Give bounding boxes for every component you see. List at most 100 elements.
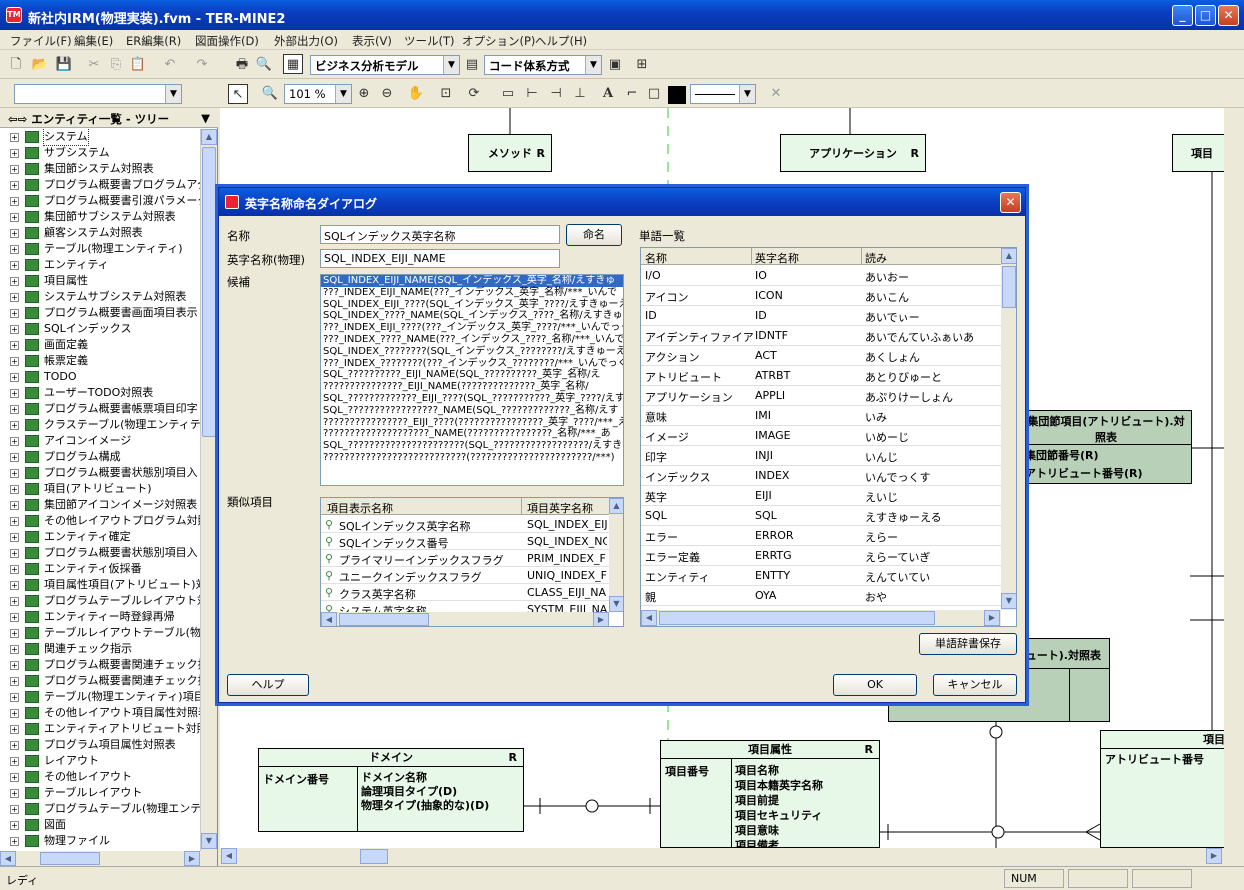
similar-row[interactable]: ⚲ ユニークインデックスフラグ UNIQ_INDEX_F (321, 567, 609, 584)
tree-item[interactable]: + プログラム構成 (0, 449, 200, 465)
expand-icon[interactable]: + (10, 789, 19, 798)
model-icon[interactable]: ▦ (283, 54, 303, 74)
tree-item[interactable]: + 帳票定義 (0, 353, 200, 369)
hscroll-thumb[interactable] (659, 611, 935, 625)
expand-icon[interactable]: + (10, 757, 19, 766)
canvas-hscroll-thumb[interactable] (360, 849, 388, 864)
entity-application[interactable]: アプリケーション R (780, 134, 926, 172)
word-row[interactable]: 意味 IMI いみ (641, 406, 1001, 426)
tree-item[interactable]: + システム (0, 129, 200, 146)
word-list-grid[interactable]: 名称 英字名称 読み I/O IO あいおー アイコン ICON あいこん ID ID あいでぃ… (640, 247, 1017, 627)
code-icon[interactable]: ▤ (462, 55, 482, 75)
entity-domain[interactable]: ドメイン R ドメイン番号 ドメイン名称 論理項目タイプ(D) 物理タイプ(抽象的… (258, 748, 524, 832)
word-row[interactable]: インデックス INDEX いんでっくす (641, 466, 1001, 486)
col-header[interactable]: 読み (865, 250, 887, 266)
zoom-select[interactable]: 101 % ▼ (284, 84, 352, 104)
candidate-item[interactable]: ???_INDEX_EIJI_NAME(???_インデックス_英字_名称/***… (321, 287, 623, 299)
name-field[interactable]: SQLインデックス英字名称 (320, 225, 560, 244)
tree-item[interactable]: + プログラム概要書プログラムアクセ (0, 177, 200, 193)
relation2-tool-icon[interactable]: ⊣ (546, 84, 566, 104)
tree-item[interactable]: + テーブル(物理エンティティ) (0, 241, 200, 257)
candidate-item[interactable]: ???_INDEX_????????(???_インデックス_????????/*… (321, 358, 623, 370)
expand-icon[interactable]: + (10, 469, 19, 478)
close-button[interactable]: ✕ (1218, 5, 1239, 26)
expand-icon[interactable]: + (10, 325, 19, 334)
candidate-item[interactable]: ???_INDEX_????_NAME(???_インデックス_????_名称/*… (321, 334, 623, 346)
tree-item[interactable]: + 項目属性項目(アトリビュート)対 (0, 577, 200, 593)
expand-icon[interactable]: + (10, 613, 19, 622)
tree-item[interactable]: + 画面定義 (0, 337, 200, 353)
cancel-button[interactable]: キャンセル (933, 674, 1017, 696)
tree-item[interactable]: + エンティティアトリビュート対照表 (0, 721, 200, 737)
word-row[interactable]: イメージ IMAGE いめーじ (641, 426, 1001, 446)
tree-item[interactable]: + システムサブシステム対照表 (0, 289, 200, 305)
candidate-item[interactable]: ???????????????????????????(????????????… (321, 452, 623, 464)
word-row[interactable]: エラー ERROR えらー (641, 526, 1001, 546)
relation-tool-icon[interactable]: ⊢ (522, 84, 542, 104)
word-row[interactable]: 印字 INJI いんじ (641, 446, 1001, 466)
tree-item[interactable]: + 集団節サブシステム対照表 (0, 209, 200, 225)
tree-item[interactable]: + その他レイアウトプログラム対照表 (0, 513, 200, 529)
expand-icon[interactable]: + (10, 261, 19, 270)
word-row[interactable]: アトリビュート ATRBT あとりびゅーと (641, 366, 1001, 386)
tree-item[interactable]: + TODO (0, 369, 200, 385)
delete-icon[interactable]: ✕ (766, 84, 786, 104)
tree-item[interactable]: + テーブルレイアウト (0, 785, 200, 801)
tree-nav-icon[interactable]: ⇦⇨ (8, 112, 31, 126)
entity-tool-icon[interactable]: ▭ (498, 84, 518, 104)
word-row[interactable]: アプリケーション APPLI あぷりけーしょん (641, 386, 1001, 406)
tree-item[interactable]: + レイアウト (0, 753, 200, 769)
tree-item[interactable]: + その他レイアウト (0, 769, 200, 785)
tree-hscroll-thumb[interactable] (40, 852, 100, 865)
menu-file[interactable]: ファイル(F) (10, 33, 72, 49)
expand-icon[interactable]: + (10, 597, 19, 606)
binoculars-icon[interactable]: ⊞ (632, 55, 652, 75)
entity-method[interactable]: メソッド R (468, 134, 552, 172)
expand-icon[interactable]: + (10, 245, 19, 254)
expand-icon[interactable]: + (10, 677, 19, 686)
candidate-list[interactable]: SQL_INDEX_EIJI_NAME(SQL_インデックス_英字_名称/えすき… (320, 274, 624, 486)
expand-icon[interactable]: + (10, 389, 19, 398)
cut-icon[interactable]: ✂ (84, 55, 104, 75)
tree-item[interactable]: + 集団節システム対照表 (0, 161, 200, 177)
scroll-up-icon[interactable]: ▲ (201, 129, 217, 145)
scroll-left-icon[interactable]: ◀ (641, 610, 657, 626)
word-row[interactable]: アイコン ICON あいこん (641, 286, 1001, 306)
tree-item[interactable]: + プログラム概要書画面項目表示 (0, 305, 200, 321)
expand-icon[interactable]: + (10, 517, 19, 526)
expand-icon[interactable]: + (10, 341, 19, 350)
expand-icon[interactable]: + (10, 181, 19, 190)
expand-icon[interactable]: + (10, 133, 19, 142)
copy-icon[interactable]: ⎘ (106, 55, 126, 75)
scroll-left-icon[interactable]: ◀ (221, 848, 237, 864)
menu-edit[interactable]: 編集(E) (74, 33, 113, 49)
expand-icon[interactable]: + (10, 501, 19, 510)
tree-item[interactable]: + クラステーブル(物理エンティティ). (0, 417, 200, 433)
scroll-down-icon[interactable]: ▼ (609, 596, 623, 612)
menu-diagram[interactable]: 図面操作(D) (195, 33, 259, 49)
tree-item[interactable]: + プログラムテーブルレイアウト対照 (0, 593, 200, 609)
color-swatch[interactable] (668, 86, 686, 104)
maximize-button[interactable]: □ (1195, 5, 1216, 26)
scroll-up-icon[interactable]: ▲ (1001, 248, 1016, 264)
expand-icon[interactable]: + (10, 373, 19, 382)
word-row[interactable]: エラー定義 ERRTG えらーていぎ (641, 546, 1001, 566)
expand-icon[interactable]: + (10, 805, 19, 814)
similar-row[interactable]: ⚲ クラス英字名称 CLASS_EIJI_NA (321, 584, 609, 601)
col-header[interactable]: 英字名称 (755, 250, 799, 266)
expand-icon[interactable]: + (10, 357, 19, 366)
redo-icon[interactable]: ↷ (192, 55, 212, 75)
line-style-select[interactable]: ▼ (690, 84, 756, 104)
tree-item[interactable]: + プログラム概要書引渡パラメータ (0, 193, 200, 209)
tree-item[interactable]: + アイコンイメージ (0, 433, 200, 449)
tree-item[interactable]: + 項目(アトリビュート) (0, 481, 200, 497)
word-row[interactable]: エンティティ ENTTY えんていてい (641, 566, 1001, 586)
tree-item[interactable]: + 図面 (0, 817, 200, 833)
similar-items-grid[interactable]: 項目表示名称 項目英字名称 ⚲ SQLインデックス英字名称 SQL_INDEX_EI… (320, 497, 624, 627)
menu-help[interactable]: ヘルプ(H) (535, 33, 587, 49)
word-row[interactable]: アイデンティファイア IDNTF あいでんていふぁいあ (641, 326, 1001, 346)
word-vscrollbar[interactable]: ▲ ▼ (1001, 248, 1016, 610)
similar-row[interactable]: ⚲ SQLインデックス番号 SQL_INDEX_NC (321, 533, 609, 550)
expand-icon[interactable]: + (10, 581, 19, 590)
expand-icon[interactable]: + (10, 485, 19, 494)
